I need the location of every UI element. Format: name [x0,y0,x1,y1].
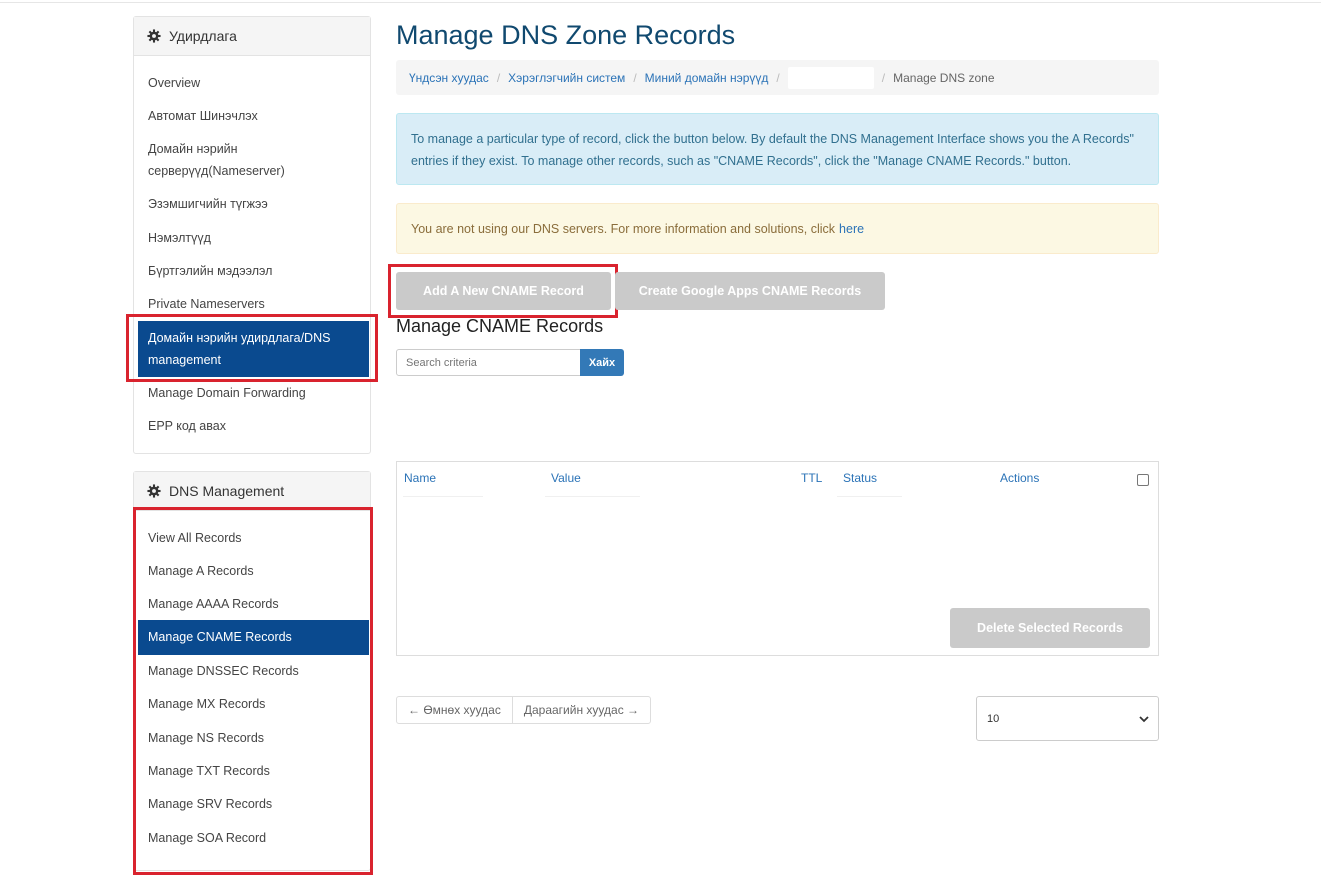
sidebar-item-addons[interactable]: Нэмэлтүүд [148,227,211,249]
create-google-apps-cname-button[interactable]: Create Google Apps CNAME Records [615,272,885,310]
sidebar-panel-dns: DNS Management View All Records Manage A… [133,471,371,871]
page-title: Manage DNS Zone Records [396,20,736,50]
chevron-down-icon [1139,716,1149,723]
breadcrumb-separator: / [633,70,637,85]
section-title: Manage CNAME Records [396,316,604,336]
column-header-status[interactable]: Status [843,471,877,485]
sidebar-item-mx-records[interactable]: Manage MX Records [148,693,265,715]
sidebar-item-a-records[interactable]: Manage A Records [148,560,254,582]
column-header-value[interactable]: Value [551,471,581,485]
info-text-line1: To manage a particular type of record, c… [411,132,1134,146]
sidebar-item-epp-code[interactable]: EPP код авах [148,415,226,437]
sidebar-item-contact-info[interactable]: Бүртгэлийн мэдээлэл [148,260,272,282]
header-divider [545,496,640,497]
info-text-line2: entries if they exist. To manage other r… [411,154,1072,168]
sidebar-item-cname-records[interactable]: Manage CNAME Records [138,620,369,655]
header-divider [837,496,902,497]
column-header-actions[interactable]: Actions [1000,471,1039,485]
sidebar-item-soa-record[interactable]: Manage SOA Record [148,827,266,849]
sidebar-item-registrar-lock[interactable]: Эзэмшигчийн түгжээ [148,193,268,215]
records-table: Name Value TTL Status Actions Delete Sel… [396,461,1159,656]
select-all-checkbox[interactable] [1137,474,1149,486]
warning-alert: You are not using our DNS servers. For m… [396,203,1159,254]
next-page-button[interactable]: Дараагийн хуудас → [511,697,650,723]
search-input[interactable] [396,349,581,376]
panel-header: DNS Management [134,472,370,511]
top-divider [0,2,1321,3]
pagination: ← Өмнөх хуудас Дараагийн хуудас → [396,696,652,724]
sidebar-item-view-all-records[interactable]: View All Records [148,527,242,549]
sidebar-item-overview[interactable]: Overview [148,72,200,94]
panel-title: Удирдлага [169,28,237,44]
header-divider [403,496,483,497]
sidebar-item-nameservers[interactable]: Домайн нэрийн серверүүд(Nameserver) [148,138,308,182]
sidebar-item-aaaa-records[interactable]: Manage AAAA Records [148,593,279,615]
warning-text: You are not using our DNS servers. For m… [411,221,836,236]
sidebar-item-txt-records[interactable]: Manage TXT Records [148,760,270,782]
panel-header: Удирдлага [134,17,370,56]
breadcrumb-separator: / [881,70,886,85]
breadcrumb-client-area[interactable]: Хэрэглэгчийн систем [508,71,625,85]
warning-link[interactable]: here [839,222,864,236]
delete-selected-records-button[interactable]: Delete Selected Records [950,608,1150,648]
breadcrumb-my-domains[interactable]: Миний домайн нэрүүд [645,71,769,85]
sidebar-item-auto-renew[interactable]: Автомат Шинэчлэх [148,105,258,127]
breadcrumb-separator: / [776,70,780,85]
breadcrumb: Үндсэн хуудас / Хэрэглэгчийн систем / Ми… [396,60,1159,95]
breadcrumb-home[interactable]: Үндсэн хуудас [409,71,489,85]
sidebar-item-dnssec-records[interactable]: Manage DNSSEC Records [148,660,299,682]
sidebar-panel-management: Удирдлага Overview Автомат Шинэчлэх Дома… [133,16,371,454]
panel-title: DNS Management [169,483,285,499]
gear-icon [147,29,161,43]
per-page-select[interactable]: 10 [976,696,1159,741]
sidebar-item-domain-forwarding[interactable]: Manage Domain Forwarding [148,382,306,404]
per-page-value: 10 [987,712,1000,725]
search-button[interactable]: Хайх [580,349,624,376]
breadcrumb-separator: / [496,70,501,85]
sidebar-item-private-nameservers[interactable]: Private Nameservers [148,293,265,315]
breadcrumb-redacted-domain [787,66,874,89]
previous-page-button[interactable]: ← Өмнөх хуудас [397,697,512,723]
sidebar-item-ns-records[interactable]: Manage NS Records [148,727,264,749]
add-cname-record-button[interactable]: Add A New CNAME Record [396,272,611,310]
sidebar-item-dns-management[interactable]: Домайн нэрийн удирдлага/DNS management [138,321,369,377]
info-alert: To manage a particular type of record, c… [396,113,1159,185]
column-header-ttl[interactable]: TTL [801,471,822,485]
column-header-name[interactable]: Name [404,471,436,485]
gear-icon [147,484,161,498]
breadcrumb-current: Manage DNS zone [893,70,995,85]
sidebar-item-srv-records[interactable]: Manage SRV Records [148,793,272,815]
